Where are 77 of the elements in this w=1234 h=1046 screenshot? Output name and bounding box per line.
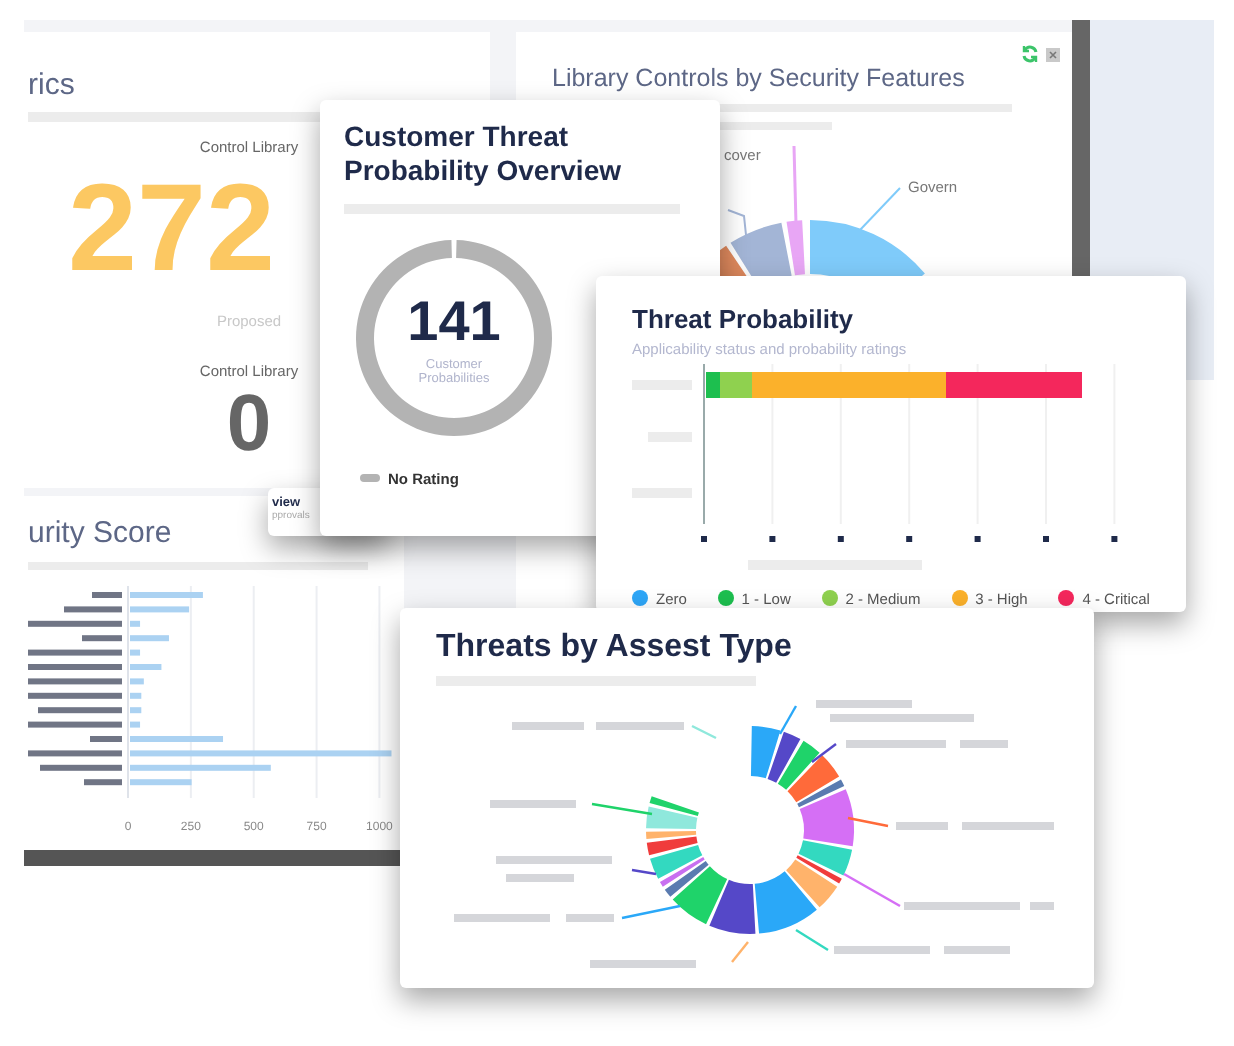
leader-line xyxy=(847,817,889,828)
leader-line xyxy=(631,869,657,876)
total-count: 141 xyxy=(407,289,501,352)
tick-mark xyxy=(906,535,913,542)
label-placeholder xyxy=(834,946,930,955)
bar xyxy=(130,693,142,700)
category-label-bar xyxy=(28,650,122,657)
card-title: Library Controls by Security Features xyxy=(552,64,965,93)
label-placeholder xyxy=(904,902,1020,911)
category-label-bar xyxy=(28,750,122,757)
label-placeholder xyxy=(566,914,614,923)
leader-line xyxy=(691,725,717,740)
bar xyxy=(130,765,271,772)
leader-line xyxy=(795,929,829,952)
tick-mark xyxy=(974,535,981,542)
label-placeholder xyxy=(944,946,1010,955)
card-title: urity Score xyxy=(28,516,172,551)
bar xyxy=(130,592,203,599)
card-title: Threat Probability xyxy=(632,304,854,336)
label-placeholder xyxy=(846,740,946,749)
leader-line xyxy=(778,705,798,735)
label-placeholder xyxy=(590,960,696,969)
card-title: Customer Threat Probability Overview xyxy=(344,120,623,188)
close-icon[interactable] xyxy=(1046,47,1060,61)
label-placeholder xyxy=(830,714,974,723)
category-label-bar xyxy=(84,779,122,786)
label-placeholder xyxy=(960,740,1008,749)
tick-mark xyxy=(837,535,844,542)
bar xyxy=(130,779,192,786)
category-label-bar xyxy=(64,606,122,613)
tick-mark xyxy=(1043,535,1049,542)
tick-mark xyxy=(701,535,707,542)
bar xyxy=(130,606,190,613)
refresh-icon[interactable] xyxy=(1020,44,1040,64)
category-label-bar xyxy=(28,621,122,628)
bar xyxy=(130,678,144,685)
bar xyxy=(130,707,142,714)
label-placeholder xyxy=(490,800,576,809)
category-label-bar xyxy=(82,635,122,642)
category-label-bar xyxy=(28,693,122,700)
bar xyxy=(130,621,141,628)
bar xyxy=(130,650,141,657)
leader-line xyxy=(621,905,681,920)
label-placeholder xyxy=(512,722,584,731)
category-label-bar xyxy=(90,736,122,743)
bar xyxy=(130,722,141,729)
donut-slice xyxy=(649,796,699,817)
leader-line xyxy=(591,803,653,816)
category-label-bar xyxy=(28,678,122,685)
tick-mark xyxy=(1111,535,1118,542)
category-label-bar xyxy=(28,664,122,671)
label-placeholder xyxy=(896,822,948,831)
category-label-bar xyxy=(28,722,122,729)
tick-mark xyxy=(769,535,776,542)
leader-line xyxy=(843,873,901,908)
card-title: Threats by Assest Type xyxy=(436,628,792,667)
label-placeholder xyxy=(596,722,684,731)
label-placeholder xyxy=(962,822,1054,831)
label-placeholder xyxy=(496,856,612,865)
category-label-bar xyxy=(40,765,122,772)
bar xyxy=(130,635,169,642)
label-placeholder xyxy=(1030,902,1054,911)
label-placeholder xyxy=(454,914,550,923)
label-placeholder xyxy=(816,700,912,709)
category-label-bar xyxy=(38,707,122,714)
card-title: rics xyxy=(28,68,75,103)
donut-slice xyxy=(750,726,781,779)
leader-line xyxy=(792,146,798,225)
leader-line xyxy=(731,941,749,964)
label-placeholder xyxy=(506,874,574,883)
category-label-bar xyxy=(92,592,122,599)
bar xyxy=(130,664,162,671)
leader-line xyxy=(859,187,901,232)
bar xyxy=(130,736,224,743)
leader-line xyxy=(811,743,837,764)
stat-value: 272 xyxy=(68,168,275,293)
stat-value: 0 xyxy=(226,384,272,465)
